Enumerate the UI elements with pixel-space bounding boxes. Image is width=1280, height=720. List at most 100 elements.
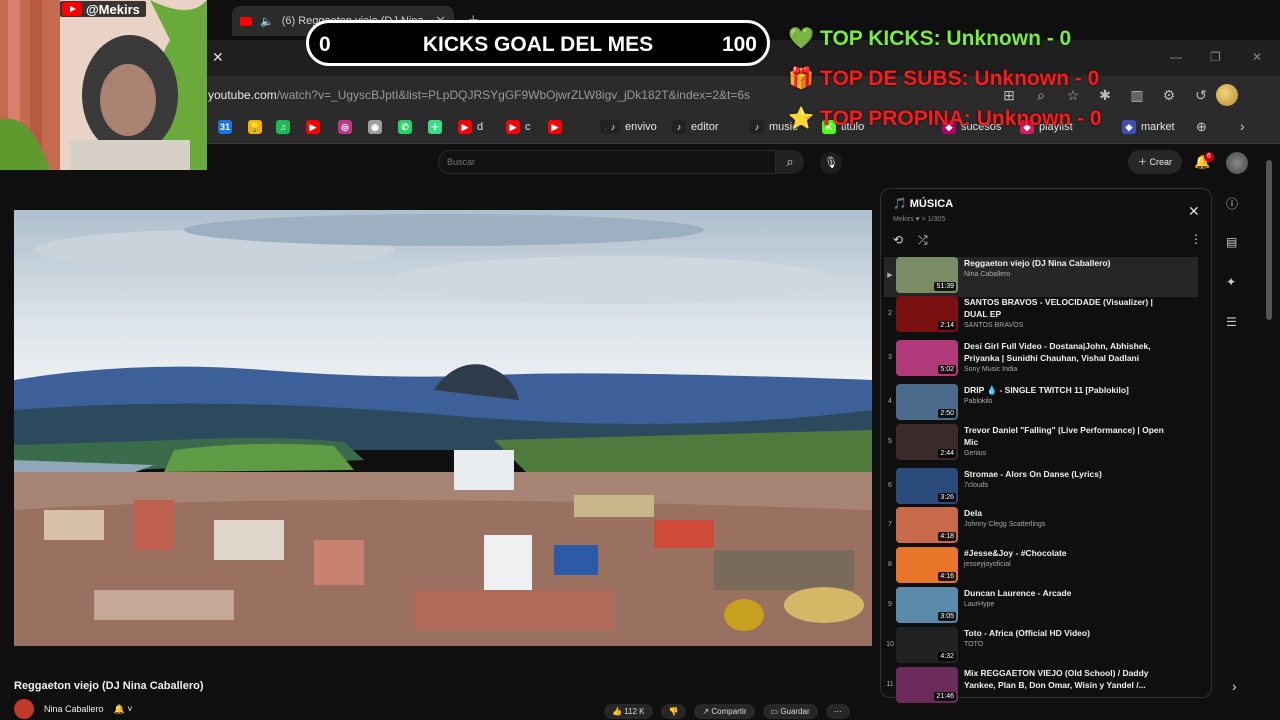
channel-name[interactable]: Nina Caballero	[44, 704, 104, 714]
playlist-item[interactable]: 7 4:18 Dela Johnny Clegg Scatterlings	[884, 507, 1198, 547]
bookmark-item[interactable]: 31	[218, 120, 232, 134]
notifications-badge: 6	[1204, 152, 1214, 162]
playlist-item-thumbnail[interactable]: 51:39	[896, 257, 958, 293]
playlist-item-thumbnail[interactable]: 4:18	[896, 507, 958, 543]
playlist-item-thumbnail[interactable]: 4:16	[896, 547, 958, 583]
page-scrollbar[interactable]	[1266, 160, 1272, 320]
playlist-item[interactable]: ▶ 51:39 Reggaeton viejo (DJ Nina Caballero…	[884, 257, 1198, 297]
like-button[interactable]: 👍 112 K	[604, 704, 653, 719]
bookmark-item[interactable]: ◆ market	[1122, 120, 1175, 134]
playlist-item-index: 7	[888, 521, 892, 528]
bookmark-item[interactable]: ▶	[306, 120, 320, 134]
bookmark-item[interactable]: 💡	[248, 120, 262, 134]
playlist-title: 🎵 MÚSICA	[893, 197, 953, 210]
history-icon[interactable]: ↺	[1192, 86, 1210, 104]
share-button[interactable]: ↗ Compartir	[694, 704, 755, 719]
playlist-item-thumbnail[interactable]: 2:50	[896, 384, 958, 420]
playlist-item[interactable]: 11 21:46 Mix REGGAETON VIEJO (Old School) …	[884, 667, 1198, 707]
goal-label: KICKS GOAL DEL MES	[422, 33, 654, 56]
bookmark-label: editor	[691, 121, 719, 133]
window-close-icon[interactable]: ✕	[1252, 50, 1262, 64]
bookmark-item[interactable]: ▶ c	[506, 120, 531, 134]
dislike-button[interactable]: 👎	[660, 704, 687, 719]
playlist-item-channel: 7clouds	[964, 482, 989, 489]
playlist-item-thumbnail[interactable]: 4:32	[896, 627, 958, 663]
minimize-icon[interactable]: —	[1170, 50, 1182, 64]
bookmark-item[interactable]: ◎	[338, 120, 352, 134]
playlist-item-channel: SANTOS BRAVOS	[964, 322, 1024, 329]
voice-search-icon[interactable]: 🎙	[820, 152, 842, 174]
playlist-item[interactable]: 2 2:14 SANTOS BRAVOS - VELOCIDADE (Visuali…	[884, 296, 1198, 336]
browser-profile-avatar[interactable]	[1216, 84, 1238, 106]
queue-icon[interactable]: ☰	[1226, 315, 1237, 329]
loop-icon[interactable]: ⟲	[893, 233, 903, 247]
subscribe-bell-icon[interactable]: 🔔 ˅	[114, 704, 133, 715]
playlist-subtitle[interactable]: Mekirs ♥ > 1/305	[893, 216, 945, 223]
playlist-item-thumbnail[interactable]: 21:46	[896, 667, 958, 703]
youtube-icon: ▶	[548, 120, 562, 134]
playlist-item-channel: Pablokilo	[964, 398, 993, 405]
more-actions-button[interactable]: ⋯	[825, 704, 850, 719]
video-player[interactable]	[14, 210, 872, 646]
bookmark-item[interactable]: ♪ editor	[672, 120, 719, 134]
bookmark-item[interactable]: ♫	[276, 120, 290, 134]
top-tips-text: TOP PROPINA: Unknown - 0	[820, 107, 1102, 130]
playlist-item-channel: Nina Caballero	[964, 271, 1011, 278]
comments-icon[interactable]: ▤	[1226, 235, 1237, 249]
maximize-icon[interactable]: ❐	[1210, 50, 1221, 64]
playlist-item[interactable]: 9 3:05 Duncan Laurence - Arcade LaurHype	[884, 587, 1198, 627]
youtube-account-avatar[interactable]	[1226, 152, 1248, 174]
playlist-item-thumbnail[interactable]: 3:05	[896, 587, 958, 623]
playlist-item-thumbnail[interactable]: 2:44	[896, 424, 958, 460]
bookmark-label: market	[1141, 121, 1175, 133]
top-tips: ⭐ TOP PROPINA: Unknown - 0	[788, 107, 1102, 131]
bookmark-item[interactable]: ✆	[398, 120, 412, 134]
create-button[interactable]: ＋ Crear	[1128, 150, 1183, 174]
bookmark-item[interactable]: ♪ envivo	[606, 120, 657, 134]
site-icon: ◆	[1122, 120, 1136, 134]
spotify-icon: ♫	[276, 120, 290, 134]
more-bookmarks-icon[interactable]: ›	[1240, 118, 1245, 134]
playlist-item-index: 5	[888, 438, 892, 445]
search-input[interactable]: Buscar	[438, 150, 776, 174]
playlist-item[interactable]: 10 4:32 Toto - Africa (Official HD Video) T…	[884, 627, 1198, 667]
calendar-icon: 31	[218, 120, 232, 134]
top-subs: 🎁 TOP DE SUBS: Unknown - 0	[788, 67, 1099, 91]
playlist-item[interactable]: 8 4:16 #Jesse&Joy - #Chocolate jesseyjoyofi…	[884, 547, 1198, 587]
playlist-item-thumbnail[interactable]: 3:26	[896, 468, 958, 504]
playlist-item-index: ▶	[887, 272, 893, 279]
channel-avatar[interactable]	[14, 699, 34, 719]
playlist-close-icon[interactable]: ✕	[1188, 203, 1200, 220]
bookmark-item[interactable]: ▶ d	[458, 120, 483, 134]
like-count: 112 K	[624, 707, 645, 716]
shuffle-icon[interactable]: ⤮	[918, 233, 928, 248]
search-button[interactable]: ⌕	[776, 150, 804, 174]
playlist-item[interactable]: 4 2:50 DRIP 💧 - SINGLE TWITCH 11 [Pablokil…	[884, 384, 1198, 424]
playlist-more-icon[interactable]: ⋮	[1190, 232, 1202, 246]
url-field[interactable]: youtube.com/watch?v=_UgyscBJptI&list=PLp…	[208, 88, 750, 102]
save-button[interactable]: ▭ Guardar	[762, 704, 818, 719]
playlist-item-duration: 4:16	[938, 572, 956, 581]
sparkle-icon[interactable]: ✦	[1226, 275, 1236, 289]
close-prev-tab-icon[interactable]: ✕	[212, 49, 224, 66]
info-icon[interactable]: ⓘ	[1226, 195, 1238, 212]
bookmark-item[interactable]: ◉	[368, 120, 382, 134]
tiktok-icon: ♪	[750, 120, 764, 134]
next-chevron-icon[interactable]: ›	[1232, 678, 1237, 694]
playlist-item-channel: Sony Music India	[964, 366, 1018, 373]
extension-puzzle-icon[interactable]: ⚙	[1160, 86, 1178, 104]
bookmark-item[interactable]: ＋	[428, 120, 442, 134]
playlist-item[interactable]: 6 3:26 Stromae - Alors On Danse (Lyrics) 7c…	[884, 468, 1198, 508]
bookmark-item[interactable]: ▶	[548, 120, 562, 134]
globe-icon[interactable]: ⊕	[1196, 119, 1207, 135]
playlist-item[interactable]: 3 5:02 Desi Girl Full Video - Dostana|John…	[884, 340, 1198, 380]
screen: ✕ 🔈 (6) Reggaeton viejo (DJ Nina ✕ + — ❐…	[0, 0, 1280, 720]
top-kicks: 💚 TOP KICKS: Unknown - 0	[788, 27, 1071, 51]
split-view-icon[interactable]: ▥	[1128, 86, 1146, 104]
speaker-icon[interactable]: 🔈	[260, 15, 274, 28]
playlist-item[interactable]: 5 2:44 Trevor Daniel "Falling" (Live Perfo…	[884, 424, 1198, 464]
playlist-item-thumbnail[interactable]: 2:14	[896, 296, 958, 332]
playlist-item-title: DRIP 💧 - SINGLE TWITCH 11 [Pablokilo]	[964, 385, 1129, 395]
overlay-channel-name: @Mekirs	[86, 1, 140, 17]
playlist-item-thumbnail[interactable]: 5:02	[896, 340, 958, 376]
